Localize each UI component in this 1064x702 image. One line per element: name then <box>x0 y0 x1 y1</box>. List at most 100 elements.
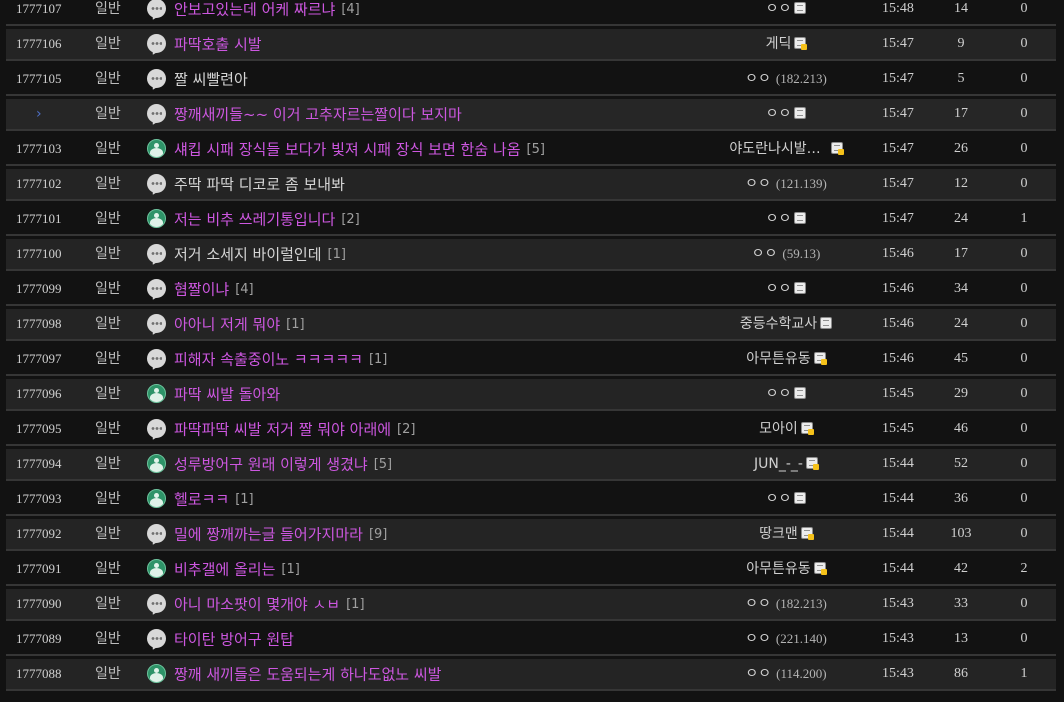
post-subject[interactable]: 짤 씨빨련아 <box>147 64 697 94</box>
reply-count[interactable]: [2] <box>397 422 415 437</box>
table-row[interactable]: 1777088 일반 짱깨 새끼들은 도움되는게 하나도없노 씨발 ㅇㅇ (114.20… <box>6 659 1056 691</box>
post-subject[interactable]: 아아니 저게 뭐야 [1] <box>147 309 697 339</box>
table-row[interactable]: 1777090 일반 아니 마소팟이 몇개야 ㅅㅂ [1] ㅇㅇ (182.213) 15:… <box>6 589 1056 621</box>
post-title-link[interactable]: 주딱 파딱 디코로 좀 보내봐 <box>174 176 345 194</box>
table-row[interactable]: 1777099 일반 혐짤이냐 [4] ㅇㅇ 15:46 34 0 <box>6 274 1056 306</box>
post-subject[interactable]: 짱깨 새끼들은 도움되는게 하나도없노 씨발 <box>147 659 697 689</box>
post-writer[interactable]: ㅇㅇ <box>696 484 876 514</box>
reply-count[interactable]: [1] <box>328 247 346 262</box>
post-title-link[interactable]: 파딱 씨발 돌아와 <box>174 386 280 404</box>
table-row[interactable]: 1777101 일반 저는 비추 쓰레기통입니다 [2] ㅇㅇ 15:47 24 1 <box>6 204 1056 236</box>
post-title-link[interactable]: 피해자 속출중이노 ㅋㅋㅋㅋㅋ <box>174 351 363 369</box>
post-title-link[interactable]: 섀킵 시패 장식들 보다가 빛져 시패 장식 보면 한숨 나옴 <box>174 141 521 159</box>
reply-count[interactable]: [1] <box>235 492 253 507</box>
writer-nickname[interactable]: ㅇㅇ <box>766 281 792 297</box>
writer-nickname[interactable]: ㅇㅇ <box>766 386 792 402</box>
writer-nickname[interactable]: ㅇㅇ <box>766 491 792 507</box>
writer-nickname[interactable]: 중등수학교사 <box>740 316 817 332</box>
table-row[interactable]: 1777100 일반 저거 소세지 바이럴인데 [1] ㅇㅇ (59.13) 15:46 17… <box>6 239 1056 271</box>
table-row[interactable]: 1777097 일반 피해자 속출중이노 ㅋㅋㅋㅋㅋ [1] 아무튼유동 15:46 45 0 <box>6 344 1056 376</box>
post-writer[interactable]: ㅇㅇ (182.213) <box>696 64 876 94</box>
table-row[interactable]: 1777102 일반 주딱 파딱 디코로 좀 보내봐 ㅇㅇ (121.139) 15:47… <box>6 169 1056 201</box>
post-writer[interactable]: 게딕 <box>696 29 876 59</box>
writer-nickname[interactable]: 아무튼유동 <box>746 561 810 577</box>
reply-count[interactable]: [1] <box>346 597 364 612</box>
post-writer[interactable]: ㅇㅇ (221.140) <box>696 624 876 654</box>
reply-count[interactable]: [1] <box>369 352 387 367</box>
post-title-link[interactable]: 짱깨 새끼들은 도움되는게 하나도없노 씨발 <box>174 666 441 684</box>
post-title-link[interactable]: 짤 씨빨련아 <box>174 71 248 89</box>
writer-nickname[interactable]: ㅇㅇ <box>745 596 771 612</box>
post-writer[interactable]: 아무튼유동 <box>696 554 876 584</box>
writer-nickname[interactable]: ㅇㅇ <box>766 211 792 227</box>
post-subject[interactable]: 밀에 짱깨까는글 들어가지마라 [9] <box>147 519 697 549</box>
post-title-link[interactable]: 성루방어구 원래 이렇게 생겼냐 <box>174 456 368 474</box>
post-title-link[interactable]: 파딱호출 시발 <box>174 36 262 54</box>
reply-count[interactable]: [1] <box>286 317 304 332</box>
table-row[interactable]: 1777106 일반 파딱호출 시발 게딕 15:47 9 0 <box>6 29 1056 61</box>
post-title-link[interactable]: 아아니 저게 뭐야 <box>174 316 280 334</box>
post-writer[interactable]: ㅇㅇ <box>696 274 876 304</box>
post-subject[interactable]: 파딱호출 시발 <box>147 29 697 59</box>
post-title-link[interactable]: 저거 소세지 바이럴인데 <box>174 246 322 264</box>
post-writer[interactable]: ㅇㅇ <box>696 204 876 234</box>
writer-nickname[interactable]: JUN_-_- <box>754 456 803 472</box>
writer-nickname[interactable]: ㅇㅇ <box>745 666 771 682</box>
post-subject[interactable]: 저거 소세지 바이럴인데 [1] <box>147 239 697 269</box>
post-title-link[interactable]: 안보고있는데 어케 짜르냐 <box>174 1 335 19</box>
post-subject[interactable]: 안보고있는데 어케 짜르냐 [4] <box>147 0 697 24</box>
reply-count[interactable]: [1] <box>281 562 299 577</box>
reply-count[interactable]: [5] <box>374 457 392 472</box>
post-title-link[interactable]: 아니 마소팟이 몇개야 ㅅㅂ <box>174 596 340 614</box>
post-title-link[interactable]: 저는 비추 쓰레기통입니다 <box>174 211 335 229</box>
writer-nickname[interactable]: ㅇㅇ <box>745 71 771 87</box>
post-subject[interactable]: 혐짤이냐 [4] <box>147 274 697 304</box>
post-subject[interactable]: 주딱 파딱 디코로 좀 보내봐 <box>147 169 697 199</box>
post-subject[interactable]: 섀킵 시패 장식들 보다가 빛져 시패 장식 보면 한숨 나옴 [5] <box>147 134 697 164</box>
post-writer[interactable]: 땅크맨 <box>696 519 876 549</box>
reply-count[interactable]: [5] <box>527 142 545 157</box>
post-writer[interactable]: ㅇㅇ <box>696 0 876 24</box>
post-subject[interactable]: 피해자 속출중이노 ㅋㅋㅋㅋㅋ [1] <box>147 344 697 374</box>
post-writer[interactable]: ㅇㅇ (59.13) <box>696 239 876 269</box>
writer-nickname[interactable]: ㅇㅇ <box>745 176 771 192</box>
post-writer[interactable]: 아무튼유동 <box>696 344 876 374</box>
writer-nickname[interactable]: 야도란나시발… <box>729 141 820 157</box>
post-subject[interactable]: 파딱 씨발 돌아와 <box>147 379 697 409</box>
post-title-link[interactable]: 헬로ㅋㅋ <box>174 491 229 509</box>
post-subject[interactable]: 파딱파딱 씨발 저거 짤 뭐야 아래에 [2] <box>147 414 697 444</box>
post-writer[interactable]: ㅇㅇ <box>696 99 876 129</box>
table-row[interactable]: 1777096 일반 파딱 씨발 돌아와 ㅇㅇ 15:45 29 0 <box>6 379 1056 411</box>
post-title-link[interactable]: 짱깨새끼들~~ 이거 고추자르는짤이다 보지마 <box>174 106 462 124</box>
reply-count[interactable]: [4] <box>341 2 359 17</box>
writer-nickname[interactable]: 땅크맨 <box>759 526 798 542</box>
post-writer[interactable]: JUN_-_- <box>696 449 876 479</box>
post-writer[interactable]: 중등수학교사 <box>696 309 876 339</box>
post-subject[interactable]: 헬로ㅋㅋ [1] <box>147 484 697 514</box>
post-title-link[interactable]: 타이탄 방어구 원탑 <box>174 631 294 649</box>
table-row[interactable]: 1777103 일반 섀킵 시패 장식들 보다가 빛져 시패 장식 보면 한숨 나옴… <box>6 134 1056 166</box>
post-title-link[interactable]: 비추갤에 올리는 <box>174 561 275 579</box>
table-row[interactable]: › 일반 짱깨새끼들~~ 이거 고추자르는짤이다 보지마 ㅇㅇ 15:47 17 0 <box>6 99 1056 131</box>
post-subject[interactable]: 짱깨새끼들~~ 이거 고추자르는짤이다 보지마 <box>147 99 697 129</box>
writer-nickname[interactable]: 모아이 <box>759 421 798 437</box>
reply-count[interactable]: [9] <box>369 527 387 542</box>
writer-nickname[interactable]: ㅇㅇ <box>766 1 792 17</box>
post-subject[interactable]: 비추갤에 올리는 [1] <box>147 554 697 584</box>
table-row[interactable]: 1777095 일반 파딱파딱 씨발 저거 짤 뭐야 아래에 [2] 모아이 15:45 4… <box>6 414 1056 446</box>
writer-nickname[interactable]: 게딕 <box>766 36 792 52</box>
post-writer[interactable]: 야도란나시발… <box>696 134 876 164</box>
post-subject[interactable]: 저는 비추 쓰레기통입니다 [2] <box>147 204 697 234</box>
post-writer[interactable]: ㅇㅇ (114.200) <box>696 659 876 689</box>
post-title-link[interactable]: 밀에 짱깨까는글 들어가지마라 <box>174 526 363 544</box>
post-title-link[interactable]: 파딱파딱 씨발 저거 짤 뭐야 아래에 <box>174 421 391 439</box>
table-row[interactable]: 1777098 일반 아아니 저게 뭐야 [1] 중등수학교사 15:46 24 0 <box>6 309 1056 341</box>
table-row[interactable]: 1777093 일반 헬로ㅋㅋ [1] ㅇㅇ 15:44 36 0 <box>6 484 1056 516</box>
post-writer[interactable]: ㅇㅇ (182.213) <box>696 589 876 619</box>
writer-nickname[interactable]: ㅇㅇ <box>745 631 771 647</box>
reply-count[interactable]: [2] <box>341 212 359 227</box>
reply-count[interactable]: [4] <box>235 282 253 297</box>
table-row[interactable]: 1777094 일반 성루방어구 원래 이렇게 생겼냐 [5] JUN_-_- 15:44… <box>6 449 1056 481</box>
writer-nickname[interactable]: 아무튼유동 <box>746 351 810 367</box>
post-subject[interactable]: 아니 마소팟이 몇개야 ㅅㅂ [1] <box>147 589 697 619</box>
